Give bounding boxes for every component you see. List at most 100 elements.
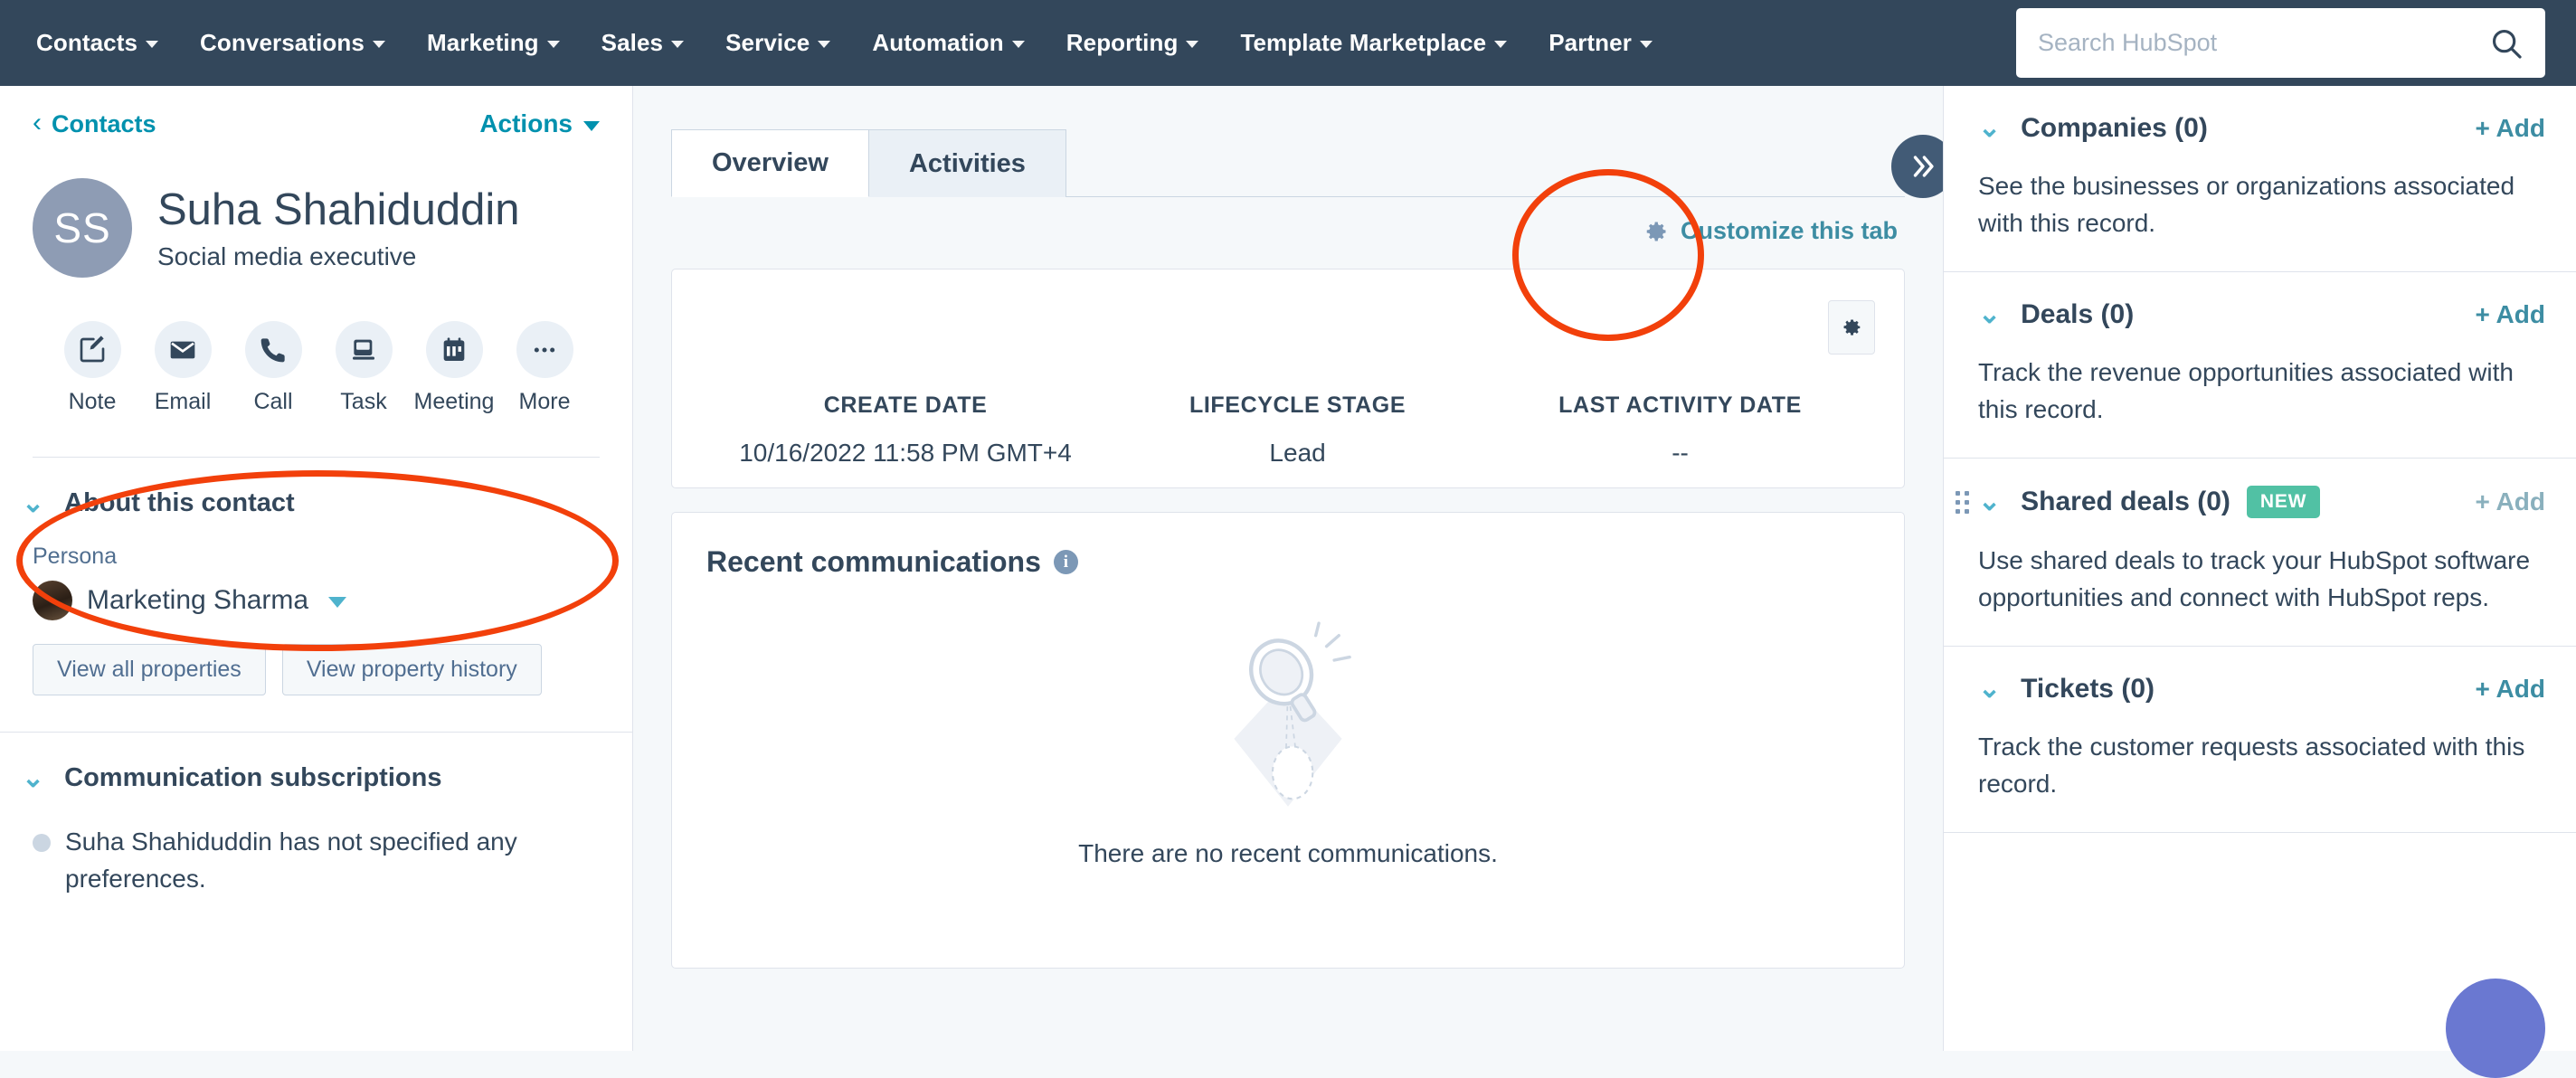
- communication-subscriptions-section: ⌄ Communication subscriptions Suha Shahi…: [0, 733, 632, 897]
- nav-item-automation[interactable]: Automation: [872, 29, 1024, 57]
- ellipsis-icon: [530, 336, 559, 364]
- nav-item-sales[interactable]: Sales: [601, 29, 684, 57]
- section-description: Track the revenue opportunities associat…: [1978, 354, 2545, 429]
- section-description: Track the customer requests associated w…: [1978, 728, 2545, 803]
- nav-item-contacts[interactable]: Contacts: [36, 29, 158, 57]
- tab-overview[interactable]: Overview: [671, 129, 869, 197]
- recent-communications-header: Recent communications i: [706, 545, 1870, 579]
- nav-item-template-marketplace[interactable]: Template Marketplace: [1240, 29, 1507, 57]
- quick-action-task[interactable]: Task: [318, 321, 409, 415]
- card-settings-button[interactable]: [1828, 300, 1875, 355]
- status-badge: NEW: [2247, 486, 2320, 518]
- chevron-down-icon: [583, 121, 600, 131]
- quick-action-call[interactable]: Call: [228, 321, 318, 415]
- add-ticket-button[interactable]: + Add: [2475, 675, 2545, 704]
- right-section-companies: ⌄ Companies (0) + Add See the businesses…: [1944, 86, 2576, 272]
- quick-action-label: Call: [253, 389, 292, 415]
- chevron-down-icon[interactable]: ⌄: [22, 765, 44, 792]
- chevron-down-icon: [373, 41, 385, 48]
- properties-summary-card: CREATE DATE 10/16/2022 11:58 PM GMT+4 LI…: [671, 269, 1905, 488]
- chevron-down-icon: [1494, 41, 1507, 48]
- tab-label: Overview: [712, 148, 829, 178]
- quick-action-label: Task: [340, 389, 386, 415]
- note-pencil-icon-wrap: [64, 321, 121, 378]
- nav-item-label: Contacts: [36, 29, 137, 57]
- page-body: ‹ Contacts Actions SS Suha Shahiduddin S…: [0, 86, 2576, 1051]
- quick-action-email[interactable]: Email: [137, 321, 228, 415]
- persona-value-row[interactable]: Marketing Sharma: [33, 581, 600, 620]
- envelope-icon: [168, 336, 197, 364]
- envelope-icon-wrap: [155, 321, 212, 378]
- add-shared-deal-button[interactable]: + Add: [2475, 487, 2545, 516]
- nav-item-reporting[interactable]: Reporting: [1066, 29, 1199, 57]
- quick-action-label: Meeting: [414, 389, 495, 415]
- subscriptions-message: Suha Shahiduddin has not specified any p…: [65, 824, 600, 897]
- stat-last-activity-date: LAST ACTIVITY DATE --: [1489, 392, 1871, 468]
- section-title: Tickets (0): [2021, 674, 2155, 704]
- collapse-sidebar-button[interactable]: [1891, 135, 1943, 198]
- actions-dropdown-button[interactable]: Actions: [479, 109, 600, 138]
- info-icon[interactable]: i: [1054, 550, 1078, 574]
- chevron-down-icon[interactable]: [328, 597, 346, 608]
- section-title: Deals (0): [2021, 299, 2134, 330]
- section-title: Companies (0): [2021, 113, 2208, 144]
- nav-item-marketing[interactable]: Marketing: [427, 29, 560, 57]
- nav-item-service[interactable]: Service: [725, 29, 830, 57]
- quick-action-label: Email: [155, 389, 212, 415]
- persona-value: Marketing Sharma: [87, 585, 308, 616]
- task-card-icon-wrap: [336, 321, 393, 378]
- chevron-down-icon[interactable]: ⌄: [1978, 301, 2001, 328]
- nav-item-conversations[interactable]: Conversations: [200, 29, 385, 57]
- left-sidebar-top: ‹ Contacts Actions SS Suha Shahiduddin S…: [0, 86, 632, 458]
- note-pencil-icon: [78, 336, 107, 364]
- quick-action-more[interactable]: More: [499, 321, 590, 415]
- stat-value: 10/16/2022 11:58 PM GMT+4: [705, 439, 1106, 468]
- stat-value: --: [1489, 439, 1871, 468]
- nav-item-label: Marketing: [427, 29, 539, 57]
- contact-job-title: Social media executive: [157, 242, 520, 271]
- subscriptions-section-header: ⌄ Communication subscriptions: [22, 763, 600, 793]
- stat-create-date: CREATE DATE 10/16/2022 11:58 PM GMT+4: [705, 392, 1106, 468]
- section-header: ⌄ Companies (0) + Add: [1978, 113, 2545, 144]
- calendar-icon-wrap: [426, 321, 483, 378]
- magnifying-glass-illustration: [1193, 619, 1383, 827]
- tab-label: Activities: [909, 149, 1026, 179]
- nav-item-partner[interactable]: Partner: [1548, 29, 1653, 57]
- stat-value: Lead: [1106, 439, 1489, 468]
- chevron-down-icon[interactable]: ⌄: [1978, 676, 2001, 703]
- nav-item-label: Service: [725, 29, 810, 57]
- nav-item-label: Reporting: [1066, 29, 1179, 57]
- calendar-icon: [440, 336, 469, 364]
- view-property-history-button[interactable]: View property history: [282, 644, 542, 695]
- add-company-button[interactable]: + Add: [2475, 114, 2545, 143]
- global-search[interactable]: [2016, 8, 2545, 78]
- quick-action-meeting[interactable]: Meeting: [409, 321, 499, 415]
- chevron-down-icon[interactable]: ⌄: [22, 490, 44, 517]
- stat-key: LAST ACTIVITY DATE: [1489, 392, 1871, 419]
- stat-key: CREATE DATE: [705, 392, 1106, 419]
- nav-item-label: Sales: [601, 29, 663, 57]
- customize-this-tab-link[interactable]: Customize this tab: [671, 217, 1898, 245]
- quick-action-note[interactable]: Note: [47, 321, 137, 415]
- breadcrumb-contacts-link[interactable]: ‹ Contacts: [33, 110, 156, 138]
- section-description: See the businesses or organizations asso…: [1978, 167, 2545, 242]
- chevron-down-icon[interactable]: ⌄: [1978, 488, 2001, 515]
- nav-item-label: Partner: [1548, 29, 1632, 57]
- add-deal-button[interactable]: + Add: [2475, 300, 2545, 329]
- chat-bubble-icon[interactable]: [2446, 979, 2545, 1051]
- quick-actions-row: Note Email: [47, 321, 600, 415]
- right-section-deals: ⌄ Deals (0) + Add Track the revenue oppo…: [1944, 272, 2576, 459]
- search-input[interactable]: [2038, 29, 2489, 57]
- view-all-properties-button[interactable]: View all properties: [33, 644, 266, 695]
- tab-activities[interactable]: Activities: [869, 129, 1066, 197]
- section-title: Shared deals (0): [2021, 487, 2230, 517]
- breadcrumb-label: Contacts: [52, 110, 156, 138]
- right-sidebar: ⌄ Companies (0) + Add See the businesses…: [1943, 86, 2576, 1051]
- top-navigation-bar: Contacts Conversations Marketing Sales S…: [0, 0, 2576, 86]
- drag-handle-icon[interactable]: [1956, 491, 1969, 514]
- empty-state: There are no recent communications.: [706, 619, 1870, 868]
- nav-item-label: Automation: [872, 29, 1003, 57]
- double-chevron-right-icon: [1908, 151, 1938, 182]
- recent-communications-card: Recent communications i: [671, 512, 1905, 969]
- chevron-down-icon[interactable]: ⌄: [1978, 115, 2001, 142]
